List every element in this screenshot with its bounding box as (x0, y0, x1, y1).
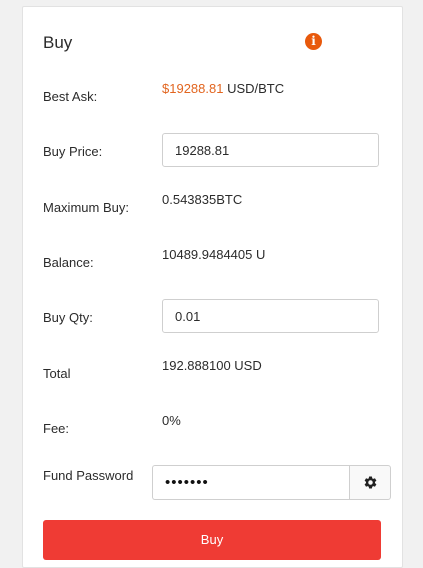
fund-password-group (152, 465, 391, 500)
balance-label: Balance: (43, 255, 94, 270)
best-ask-value: $19288.81 USD/BTC (162, 81, 284, 96)
best-ask-label: Best Ask: (43, 89, 98, 104)
info-icon[interactable]: i (305, 33, 322, 50)
buy-qty-input[interactable] (162, 299, 379, 333)
fund-password-label: Fund Password (43, 468, 134, 483)
gear-icon (364, 476, 376, 489)
fee-label: Fee: (43, 421, 70, 436)
balance-value: 10489.9484405 U (162, 247, 266, 262)
password-settings-button[interactable] (349, 465, 391, 500)
maximum-buy-value: 0.543835BTC (162, 192, 243, 207)
total-label: Total (43, 366, 71, 381)
fee-value: 0% (162, 413, 181, 428)
buy-button[interactable]: Buy (43, 520, 381, 560)
buy-panel: Buy i Best Ask: $19288.81 USD/BTC Buy Pr… (22, 6, 403, 568)
best-ask-unit: USD/BTC (223, 81, 285, 96)
panel-title: Buy (43, 33, 73, 52)
buy-price-label: Buy Price: (43, 144, 103, 159)
best-ask-price: $19288.81 (162, 81, 224, 96)
buy-qty-label: Buy Qty: (43, 310, 93, 325)
buy-price-input[interactable] (162, 133, 379, 167)
total-value: 192.888100 USD (162, 358, 262, 373)
maximum-buy-label: Maximum Buy: (43, 200, 129, 215)
fund-password-input[interactable] (152, 465, 350, 500)
